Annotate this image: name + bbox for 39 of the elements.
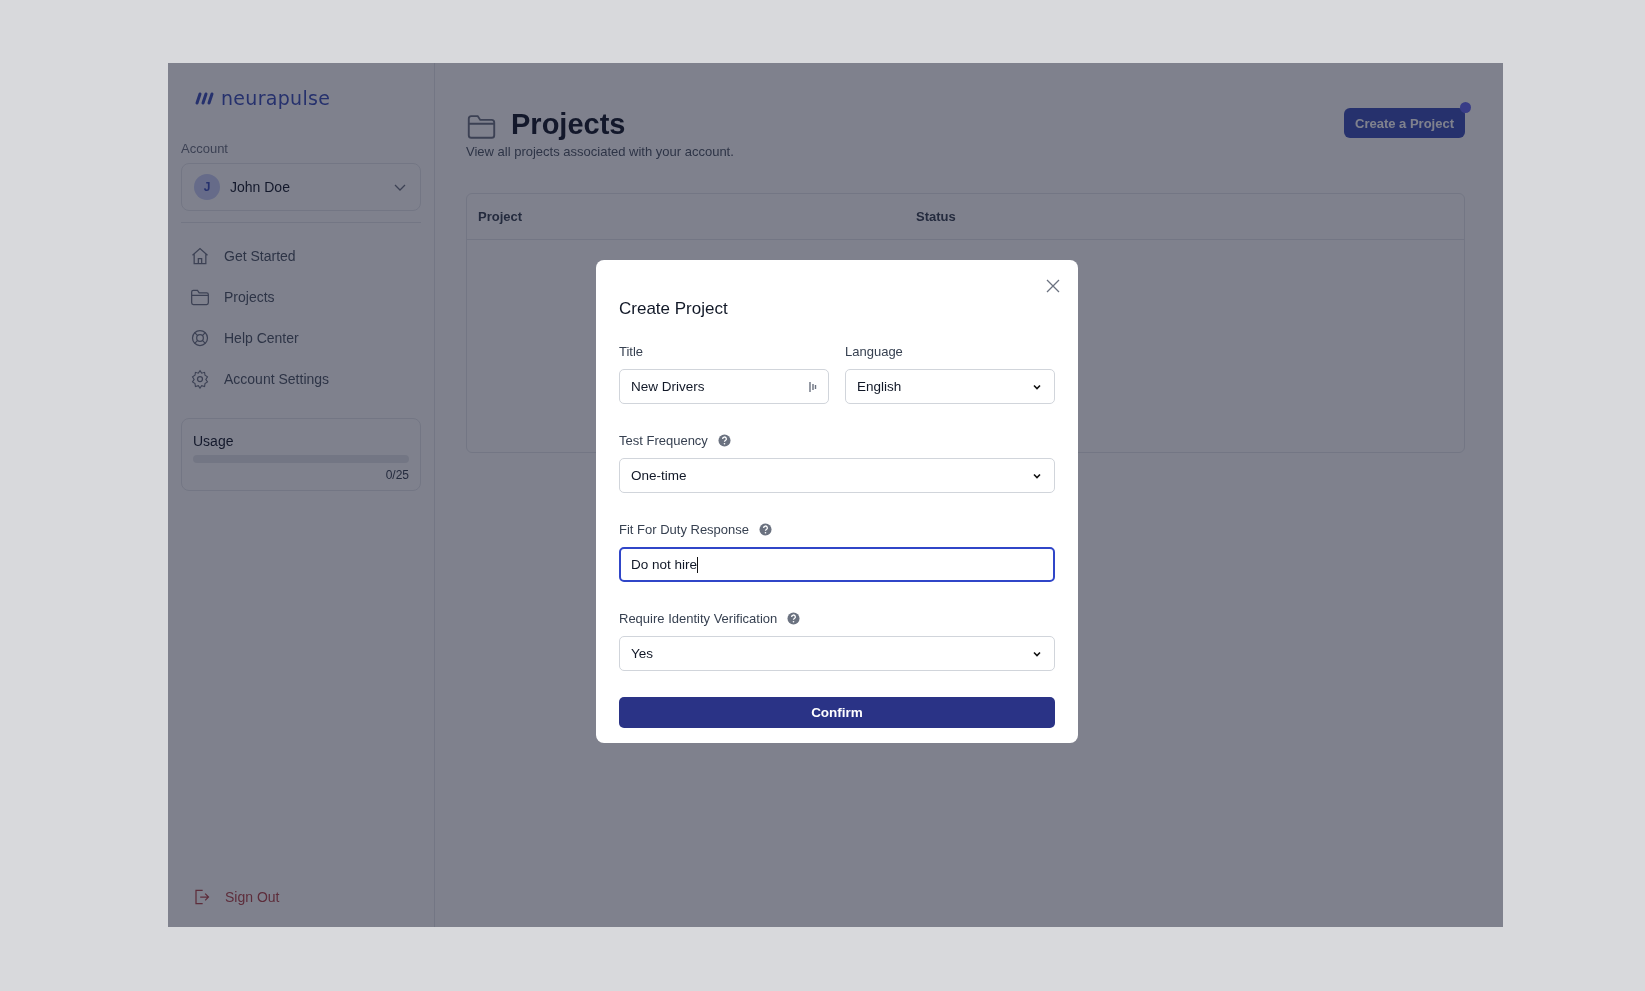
select-field[interactable]: Yes bbox=[619, 636, 1055, 671]
field-label: Language bbox=[845, 344, 903, 359]
close-icon[interactable] bbox=[1046, 279, 1060, 293]
sign-out-link[interactable]: Sign Out bbox=[181, 887, 421, 907]
field-label: Require Identity Verification bbox=[619, 611, 778, 626]
lifebuoy-icon bbox=[190, 328, 210, 348]
nav-item[interactable]: Get Started bbox=[181, 237, 421, 275]
help-icon[interactable] bbox=[787, 612, 801, 625]
help-icon[interactable] bbox=[717, 434, 731, 447]
avatar: J bbox=[194, 174, 220, 200]
input-field[interactable]: New Drivers bbox=[619, 369, 829, 404]
confirm-button[interactable]: Confirm bbox=[619, 697, 1055, 728]
field-label: Fit For Duty Response bbox=[619, 522, 750, 537]
password-manager-icon bbox=[809, 380, 817, 393]
column-header: Status bbox=[916, 209, 957, 224]
nav-item[interactable]: Projects bbox=[181, 278, 421, 316]
home-icon bbox=[190, 246, 210, 266]
nav-item[interactable]: Account Settings bbox=[181, 360, 421, 398]
select-field[interactable]: One-time bbox=[619, 458, 1055, 493]
logo-icon bbox=[195, 91, 215, 105]
page-title: Projects bbox=[511, 108, 626, 141]
field-label: Title bbox=[619, 344, 644, 359]
create-project-button[interactable]: Create a Project bbox=[1344, 108, 1465, 138]
account-label: Account bbox=[181, 141, 229, 156]
logo-text: neurapulse bbox=[221, 87, 331, 109]
usage-label: Usage bbox=[193, 433, 235, 449]
folder-icon bbox=[190, 287, 210, 307]
help-icon[interactable] bbox=[759, 523, 773, 536]
settings-icon bbox=[190, 369, 210, 389]
input-field[interactable]: Do not hire bbox=[619, 547, 1055, 582]
column-header: Project bbox=[478, 209, 524, 224]
page-subtitle: View all projects associated with your account. bbox=[466, 144, 735, 159]
dialog-title: Create Project bbox=[619, 299, 729, 319]
field-label: Test Frequency bbox=[619, 433, 708, 448]
nav-item[interactable]: Help Center bbox=[181, 319, 421, 357]
notification-dot bbox=[1460, 102, 1471, 113]
select-field[interactable]: English bbox=[845, 369, 1055, 404]
account-selector[interactable]: J John Doe bbox=[181, 163, 421, 211]
usage-reading: 0/25 bbox=[384, 468, 409, 482]
